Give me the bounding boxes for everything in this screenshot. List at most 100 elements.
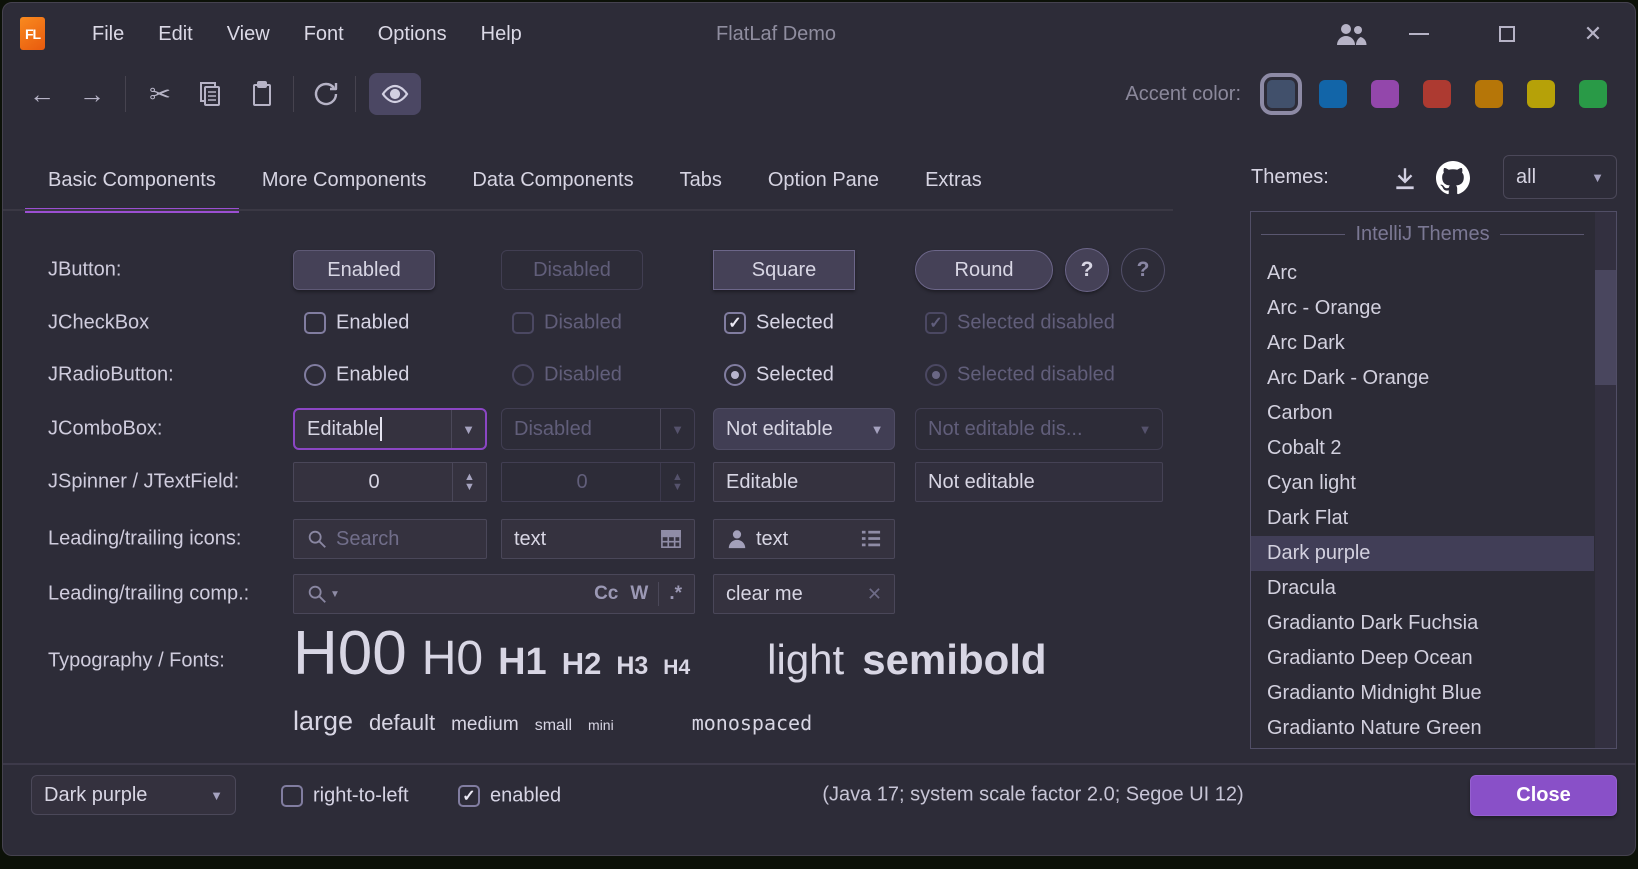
menu-edit[interactable]: Edit — [141, 23, 209, 46]
round-button[interactable]: Round — [915, 250, 1053, 290]
back-button[interactable]: ← — [21, 65, 63, 123]
themes-scrollbar-thumb[interactable] — [1595, 270, 1616, 385]
enabled-checkbox[interactable]: ✓ — [458, 785, 480, 807]
rtl-checkbox[interactable] — [281, 785, 303, 807]
spinner-buttons[interactable]: ▲ ▼ — [452, 463, 486, 501]
whole-word-toggle[interactable]: W — [630, 583, 648, 605]
help-button-outline[interactable]: ? — [1121, 248, 1165, 292]
menu-file[interactable]: File — [75, 23, 141, 46]
textfield-editable[interactable]: Editable — [713, 462, 895, 502]
theme-item-gradianto-midnight-blue[interactable]: Gradianto Midnight Blue — [1251, 676, 1594, 711]
tab-data-components[interactable]: Data Components — [449, 151, 656, 209]
square-button[interactable]: Square — [713, 250, 855, 290]
text-field-user-list[interactable]: text — [713, 519, 895, 559]
refresh-button[interactable] — [305, 65, 347, 123]
themes-filter-combobox[interactable]: all ▼ — [1503, 155, 1617, 199]
toolbar: ← → ✂ Accent color: — [3, 65, 1635, 123]
menu-font[interactable]: Font — [287, 23, 361, 46]
accent-swatch-purple[interactable] — [1371, 80, 1399, 108]
match-case-toggle[interactable]: Cc — [594, 583, 618, 605]
theme-item-gradianto-dark-fuchsia[interactable]: Gradianto Dark Fuchsia — [1251, 606, 1594, 641]
menu-view[interactable]: View — [210, 23, 287, 46]
text-field-value[interactable]: text — [514, 528, 546, 551]
menu-options[interactable]: Options — [361, 23, 464, 46]
theme-item-arc[interactable]: Arc — [1251, 256, 1594, 291]
combobox-editable-value[interactable]: Editable — [295, 418, 379, 441]
search-icon[interactable] — [306, 583, 328, 605]
combobox-editable[interactable]: Editable ▼ — [293, 408, 487, 450]
jspinner-row-label: JSpinner / JTextField: — [48, 471, 239, 494]
help-button[interactable]: ? — [1065, 248, 1109, 292]
scissors-icon: ✂ — [149, 79, 171, 110]
rtl-checkbox-label[interactable]: right-to-left — [313, 785, 409, 808]
minimize-button[interactable] — [1397, 3, 1441, 65]
themes-list: ArcArc - OrangeArc DarkArc Dark - Orange… — [1251, 256, 1594, 746]
radio-selected-label[interactable]: Selected — [756, 364, 834, 387]
table-icon[interactable] — [660, 529, 682, 549]
theme-item-dark-flat[interactable]: Dark Flat — [1251, 501, 1594, 536]
tab-tabs[interactable]: Tabs — [657, 151, 745, 209]
spinner-down-icon[interactable]: ▼ — [464, 482, 475, 492]
theme-item-carbon[interactable]: Carbon — [1251, 396, 1594, 431]
accent-swatch-blue[interactable] — [1319, 80, 1347, 108]
clearable-field[interactable]: clear me ✕ — [713, 574, 895, 614]
text-field-value[interactable]: text — [756, 528, 788, 551]
copy-button[interactable] — [189, 65, 231, 123]
tab-extras[interactable]: Extras — [902, 151, 1005, 209]
accent-swatch-green[interactable] — [1579, 80, 1607, 108]
theme-item-arc-orange[interactable]: Arc - Orange — [1251, 291, 1594, 326]
radio-enabled[interactable] — [304, 364, 326, 386]
clearable-field-value[interactable]: clear me — [726, 583, 803, 606]
search-field-with-options[interactable]: ▼ Cc W .* — [293, 574, 695, 614]
maximize-button[interactable] — [1485, 3, 1529, 65]
cut-button[interactable]: ✂ — [139, 65, 181, 123]
jradiobutton-row-label: JRadioButton: — [48, 364, 174, 387]
checkbox-enabled[interactable] — [304, 312, 326, 334]
checkbox-enabled-label[interactable]: Enabled — [336, 312, 409, 335]
regex-toggle[interactable]: .* — [669, 583, 682, 605]
list-icon[interactable] — [860, 529, 882, 549]
close-window-button[interactable]: ✕ — [1571, 3, 1615, 65]
chevron-down-icon[interactable]: ▼ — [330, 589, 340, 600]
checkbox-selected[interactable]: ✓ — [724, 312, 746, 334]
theme-selector-combobox[interactable]: Dark purple ▼ — [31, 775, 236, 815]
textfield-editable-value[interactable]: Editable — [726, 471, 798, 494]
theme-item-cyan-light[interactable]: Cyan light — [1251, 466, 1594, 501]
radio-selected[interactable] — [724, 364, 746, 386]
users-button[interactable] — [1329, 3, 1373, 65]
text-field-table-icon[interactable]: text — [501, 519, 695, 559]
close-button[interactable]: Close — [1470, 775, 1617, 816]
tab-option-pane[interactable]: Option Pane — [745, 151, 902, 209]
clear-icon[interactable]: ✕ — [867, 584, 882, 605]
github-button[interactable] — [1433, 159, 1473, 197]
combobox-not-editable[interactable]: Not editable ▼ — [713, 408, 895, 450]
theme-item-gradianto-nature-green[interactable]: Gradianto Nature Green — [1251, 711, 1594, 746]
theme-item-gradianto-deep-ocean[interactable]: Gradianto Deep Ocean — [1251, 641, 1594, 676]
tab-basic-components[interactable]: Basic Components — [25, 151, 239, 209]
accent-swatches — [1267, 80, 1607, 108]
tab-more-components[interactable]: More Components — [239, 151, 450, 209]
theme-item-arc-dark-orange[interactable]: Arc Dark - Orange — [1251, 361, 1594, 396]
theme-item-dracula[interactable]: Dracula — [1251, 571, 1594, 606]
forward-button[interactable]: → — [71, 65, 113, 123]
search-icon — [306, 528, 328, 550]
show-hidden-toggle[interactable] — [369, 73, 421, 115]
spinner-value[interactable]: 0 — [368, 471, 389, 494]
accent-swatch-red[interactable] — [1423, 80, 1451, 108]
download-themes-button[interactable] — [1385, 161, 1425, 195]
radio-enabled-label[interactable]: Enabled — [336, 364, 409, 387]
checkbox-selected-label[interactable]: Selected — [756, 312, 834, 335]
accent-swatch-orange[interactable] — [1475, 80, 1503, 108]
paste-button[interactable] — [241, 65, 283, 123]
theme-item-cobalt-2[interactable]: Cobalt 2 — [1251, 431, 1594, 466]
menu-help[interactable]: Help — [464, 23, 539, 46]
theme-item-dark-purple[interactable]: Dark purple — [1251, 536, 1594, 571]
enabled-button[interactable]: Enabled — [293, 250, 435, 290]
spinner[interactable]: 0 ▲ ▼ — [293, 462, 487, 502]
enabled-checkbox-label[interactable]: enabled — [490, 785, 561, 808]
themes-scrollbar-track[interactable] — [1595, 212, 1616, 748]
theme-item-arc-dark[interactable]: Arc Dark — [1251, 326, 1594, 361]
accent-swatch-default[interactable] — [1267, 80, 1295, 108]
accent-swatch-yellow[interactable] — [1527, 80, 1555, 108]
search-field[interactable]: Search — [293, 519, 487, 559]
